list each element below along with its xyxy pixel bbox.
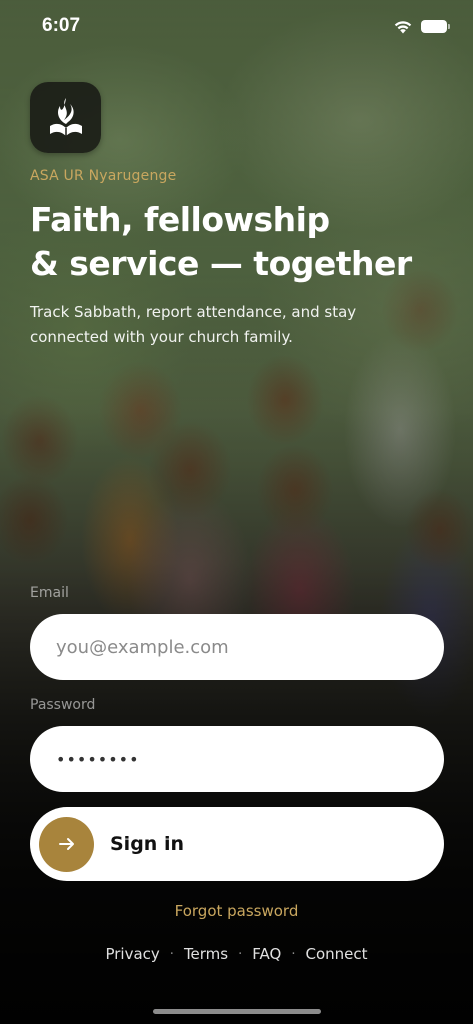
footer-separator: · [291, 946, 296, 962]
status-icons [393, 19, 450, 34]
email-label: Email [30, 585, 69, 601]
battery-icon [421, 19, 450, 33]
arrow-right-icon [58, 838, 74, 850]
footer-link-privacy[interactable]: Privacy [105, 945, 159, 963]
footer-link-terms[interactable]: Terms [184, 945, 228, 963]
home-indicator [153, 1009, 321, 1014]
status-time: 6:07 [42, 15, 81, 36]
headline-line-1: Faith, fellowship [30, 200, 330, 239]
status-bar: 6:07 [0, 0, 473, 56]
footer-link-connect[interactable]: Connect [305, 945, 367, 963]
sign-in-icon-circle [39, 816, 94, 872]
footer-links: Privacy · Terms · FAQ · Connect [0, 945, 473, 963]
app-logo [30, 82, 101, 153]
footer-separator: · [238, 946, 243, 962]
sda-flame-book-icon [49, 97, 82, 136]
login-screen: 6:07 ASA UR Nyarugenge Faith, fellowship… [0, 0, 473, 1024]
wifi-icon [394, 20, 412, 33]
email-field[interactable] [30, 614, 444, 680]
password-field[interactable] [30, 726, 444, 792]
headline-line-2: & service — together [30, 244, 412, 283]
forgot-password-link[interactable]: Forgot password [0, 902, 473, 920]
org-name: ASA UR Nyarugenge [30, 168, 177, 184]
footer-separator: · [169, 946, 174, 962]
hero-headline: Faith, fellowship & service — together [30, 198, 450, 286]
password-label: Password [30, 697, 96, 713]
sign-in-button[interactable]: Sign in [30, 807, 444, 881]
footer-link-faq[interactable]: FAQ [252, 945, 281, 963]
hero-subtext: Track Sabbath, report attendance, and st… [30, 303, 357, 346]
sign-in-label: Sign in [110, 833, 184, 855]
